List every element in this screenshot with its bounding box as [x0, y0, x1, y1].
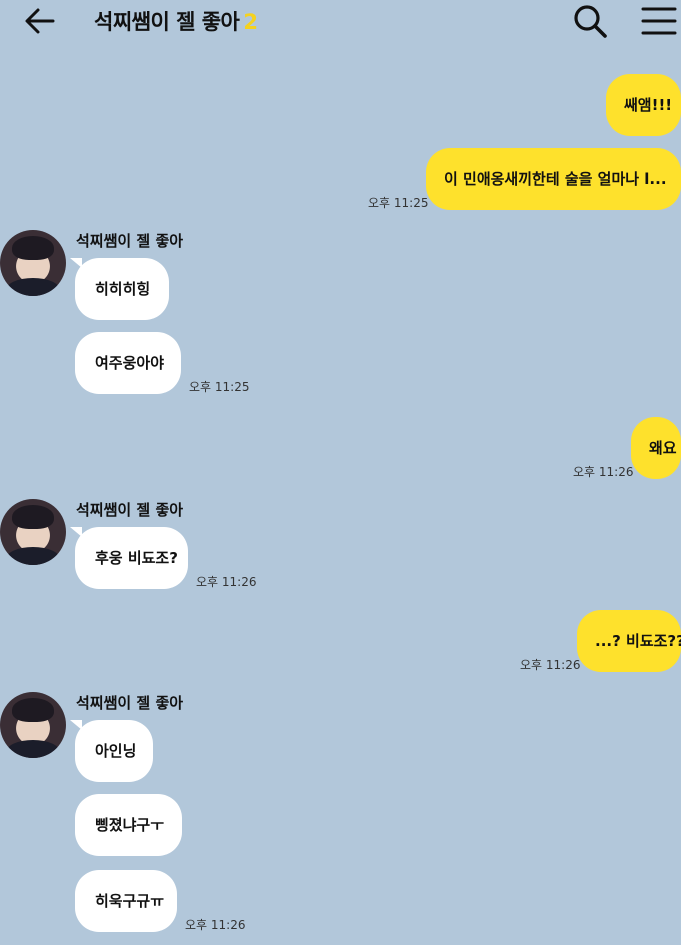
message-timestamp: 오후 11:26: [573, 465, 634, 479]
chat-title-text: 석찌쌤이 젤 좋아: [94, 10, 240, 34]
message-text: ...? 비됴조??: [595, 632, 681, 650]
message-text: 히히히힝: [95, 280, 151, 298]
their-message-bubble[interactable]: 후웅 비됴조?: [75, 527, 188, 589]
back-arrow-icon[interactable]: [22, 4, 58, 38]
their-message-bubble[interactable]: 삥졌냐구ㅜ: [75, 794, 182, 856]
chat-header: 석찌쌤이 젤 좋아 2: [0, 0, 681, 44]
message-text: 쌔앰!!!: [624, 96, 673, 114]
profile-avatar[interactable]: [0, 499, 66, 565]
profile-avatar[interactable]: [0, 692, 66, 758]
sender-name: 석찌쌤이 젤 좋아: [76, 232, 184, 250]
sender-name: 석찌쌤이 젤 좋아: [76, 694, 184, 712]
my-message-bubble[interactable]: 이 민애옹새끼한테 술을 얼마나 l...: [426, 148, 681, 210]
their-message-bubble[interactable]: 아인닝: [75, 720, 153, 782]
message-text: 이 민애옹새끼한테 술을 얼마나 l...: [444, 170, 667, 188]
message-text: 여주웅아야: [95, 354, 165, 372]
their-message-bubble[interactable]: 여주웅아야: [75, 332, 181, 394]
message-timestamp: 오후 11:26: [520, 658, 581, 672]
message-timestamp: 오후 11:25: [189, 380, 250, 394]
message-timestamp: 오후 11:25: [368, 196, 429, 210]
my-message-bubble[interactable]: 왜요: [631, 417, 681, 479]
message-text: 왜요: [649, 439, 677, 457]
search-icon[interactable]: [570, 2, 610, 40]
member-count: 2: [243, 10, 258, 34]
hamburger-menu-icon[interactable]: [640, 4, 678, 38]
message-text: 후웅 비됴조?: [95, 549, 178, 567]
message-timestamp: 오후 11:26: [196, 575, 257, 589]
my-message-bubble[interactable]: ...? 비됴조??: [577, 610, 681, 672]
message-text: 삥졌냐구ㅜ: [95, 816, 165, 834]
profile-avatar[interactable]: [0, 230, 66, 296]
my-message-bubble[interactable]: 쌔앰!!!: [606, 74, 681, 136]
message-text: 히욱구규ㅠ: [95, 892, 165, 910]
their-message-bubble[interactable]: 히히히힝: [75, 258, 169, 320]
message-timestamp: 오후 11:26: [185, 918, 246, 932]
their-message-bubble[interactable]: 히욱구규ㅠ: [75, 870, 177, 932]
message-text: 아인닝: [95, 742, 137, 760]
sender-name: 석찌쌤이 젤 좋아: [76, 501, 184, 519]
chat-title: 석찌쌤이 젤 좋아 2: [94, 6, 258, 36]
